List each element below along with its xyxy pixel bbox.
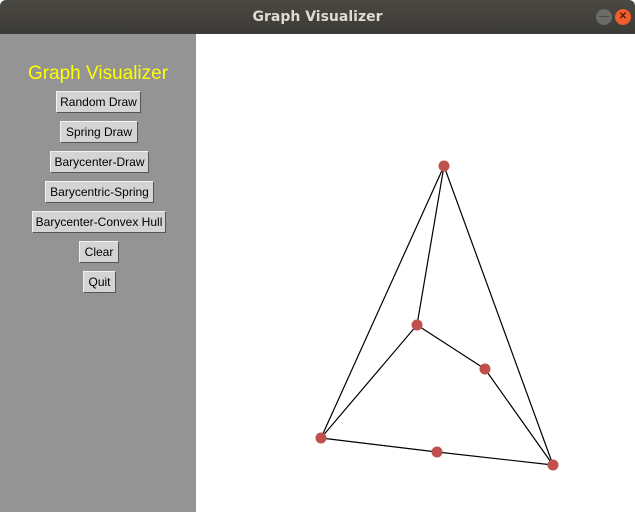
graph-edge (484, 368, 554, 466)
app-title: Graph Visualizer (27, 63, 169, 84)
graph-node[interactable] (411, 319, 423, 331)
close-icon[interactable]: ✕ (615, 9, 631, 25)
barycenter-convex-hull-button[interactable]: Barycenter-Convex Hull (32, 211, 166, 233)
window-titlebar: Graph Visualizer — ✕ (0, 0, 635, 34)
graph-node[interactable] (438, 160, 450, 172)
graph-edge (320, 165, 445, 439)
graph-edge (436, 451, 554, 466)
graph-drawing (315, 160, 559, 471)
graph-node[interactable] (315, 432, 327, 444)
graph-edge (443, 165, 554, 466)
clear-button[interactable]: Clear (79, 241, 119, 263)
graph-edge (320, 437, 438, 453)
graph-edge (416, 324, 486, 370)
quit-button[interactable]: Quit (83, 271, 116, 293)
barycentric-spring-button[interactable]: Barycentric-Spring (45, 181, 154, 203)
barycenter-draw-button[interactable]: Barycenter-Draw (50, 151, 149, 173)
graph-node[interactable] (479, 363, 491, 375)
graph-node[interactable] (431, 446, 443, 458)
graph-canvas[interactable] (196, 34, 635, 512)
minimize-icon[interactable]: — (596, 9, 612, 25)
window-title: Graph Visualizer (252, 9, 383, 25)
sidebar: Graph Visualizer Random Draw Spring Draw… (0, 34, 196, 512)
random-draw-button[interactable]: Random Draw (56, 91, 141, 113)
graph-node[interactable] (547, 459, 559, 471)
spring-draw-button[interactable]: Spring Draw (60, 121, 138, 143)
graph-edge (320, 324, 418, 439)
graph-edge (416, 165, 445, 326)
